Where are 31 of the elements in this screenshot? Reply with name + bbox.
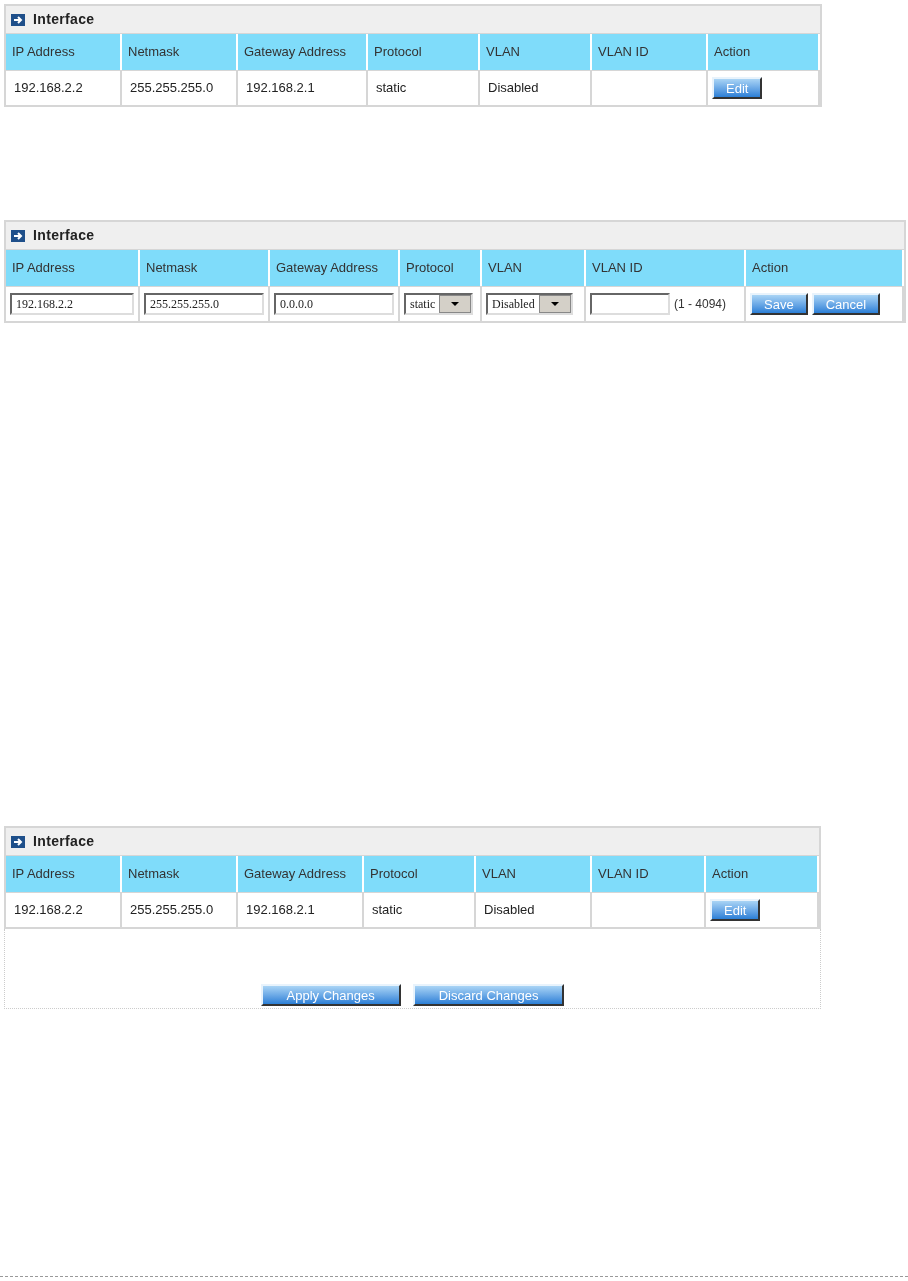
table-cell-text: 255.255.255.0 bbox=[129, 901, 215, 920]
action-button[interactable]: Discard Changes bbox=[412, 984, 565, 1006]
table-cell-text: static bbox=[371, 901, 404, 920]
input-field[interactable]: 0.0.0.0 bbox=[274, 293, 394, 315]
arrow-icon bbox=[11, 835, 25, 848]
table-cell-text: Disabled bbox=[487, 79, 540, 98]
row-button[interactable]: Edit bbox=[710, 899, 761, 921]
table-cell-text: Disabled bbox=[483, 901, 536, 920]
caret-icon bbox=[550, 302, 559, 306]
panel-title: Interface bbox=[33, 832, 95, 851]
dropdown[interactable]: static bbox=[404, 293, 474, 315]
caret-icon bbox=[451, 302, 460, 306]
panel-title: Interface bbox=[33, 226, 95, 245]
range-hint: (1 - 4094) bbox=[674, 296, 727, 313]
row-button[interactable]: Edit bbox=[712, 77, 763, 99]
row-button[interactable]: Save bbox=[750, 293, 808, 315]
dropdown[interactable]: Disabled bbox=[486, 293, 573, 315]
panel-title: Interface bbox=[33, 10, 95, 29]
table-cell-text: 192.168.2.2 bbox=[13, 79, 84, 98]
input-field[interactable] bbox=[590, 293, 670, 315]
input-field[interactable]: 192.168.2.2 bbox=[10, 293, 134, 315]
table-cell-text: 192.168.2.1 bbox=[245, 901, 316, 920]
arrow-icon bbox=[11, 229, 25, 242]
arrow-icon bbox=[11, 13, 25, 26]
row-button[interactable]: Cancel bbox=[811, 293, 881, 315]
table-cell-text: 192.168.2.1 bbox=[245, 79, 316, 98]
table-cell-text: static bbox=[375, 79, 408, 98]
action-button[interactable]: Apply Changes bbox=[260, 984, 401, 1006]
input-field[interactable]: 255.255.255.0 bbox=[144, 293, 264, 315]
table-cell-text: 255.255.255.0 bbox=[129, 79, 215, 98]
table-cell-text: 192.168.2.2 bbox=[13, 901, 84, 920]
